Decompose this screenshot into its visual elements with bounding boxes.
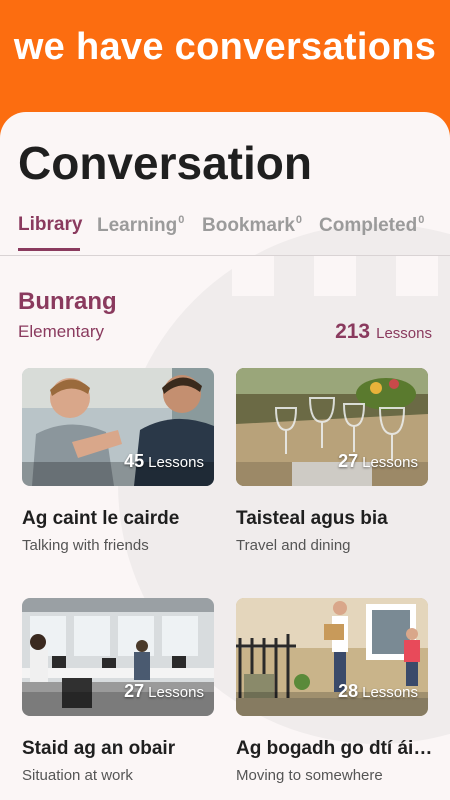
tab-bookmark[interactable]: Bookmark0 — [202, 214, 302, 237]
card-title: Ag bogadh go dtí áit eile — [236, 738, 434, 759]
background-stripe — [232, 256, 274, 296]
section-title: Bunrang — [18, 288, 117, 315]
promo-banner: we have conversations — [0, 0, 450, 120]
lesson-count: 27 Lessons — [338, 451, 418, 471]
dining-table-glasses-photo: 27 Lessons — [236, 368, 428, 486]
background-stripe — [396, 256, 438, 296]
tab-completed[interactable]: Completed0 — [319, 214, 424, 237]
total-lessons-count: 213 — [335, 320, 371, 343]
tab-count: 0 — [418, 214, 425, 226]
lesson-count: 45 Lessons — [124, 451, 204, 471]
family-moving-boxes-photo: 28 Lessons — [236, 598, 428, 716]
card-title: Ag caint le cairde — [22, 508, 180, 529]
tab-count: 0 — [295, 214, 303, 226]
total-lessons-unit: Lessons — [376, 325, 432, 342]
page-title: Conversation — [18, 137, 312, 189]
office-workers-photo: 27 Lessons — [22, 598, 214, 716]
lesson-card-travel-and-dining[interactable]: 27 Lessons Taisteal agus bia Travel and d… — [236, 368, 428, 554]
tab-learning[interactable]: Learning0 — [97, 214, 184, 237]
tab-count: 0 — [178, 214, 185, 226]
card-subtitle: Talking with friends — [22, 537, 149, 554]
tab-bar: Library Learning0 Bookmark0 Completed0 — [0, 208, 450, 256]
card-title: Staid ag an obair — [22, 738, 176, 759]
total-lessons: 213 Lessons — [335, 320, 432, 344]
section-subtitle: Elementary — [18, 322, 104, 341]
two-men-talking-photo: 45 Lessons — [22, 368, 214, 486]
card-subtitle: Moving to somewhere — [236, 767, 383, 784]
lesson-card-moving-to-somewhere[interactable]: 28Lessons Ag bogadh go dtí áit eile Movi… — [236, 598, 434, 784]
background-stripe — [314, 256, 356, 296]
lesson-card-talking-with-friends[interactable]: 45 Lessons Ag caint le cairde Talking wit… — [22, 368, 214, 554]
lesson-card-situation-at-work[interactable]: 27 Lessons Staid ag an obair Situation at… — [22, 598, 214, 784]
card-title: Taisteal agus bia — [236, 508, 388, 529]
tab-library[interactable]: Library — [18, 214, 82, 236]
main-sheet: Conversation Library Learning0 Bookmark0… — [0, 112, 450, 800]
lesson-count: 27 Lessons — [124, 681, 204, 701]
card-subtitle: Situation at work — [22, 767, 133, 784]
promo-text: we have conversations — [13, 26, 437, 68]
tabs-divider — [0, 255, 450, 256]
card-subtitle: Travel and dining — [236, 537, 351, 554]
lesson-count: 28 Lessons — [338, 681, 418, 701]
active-tab-indicator — [18, 248, 80, 251]
